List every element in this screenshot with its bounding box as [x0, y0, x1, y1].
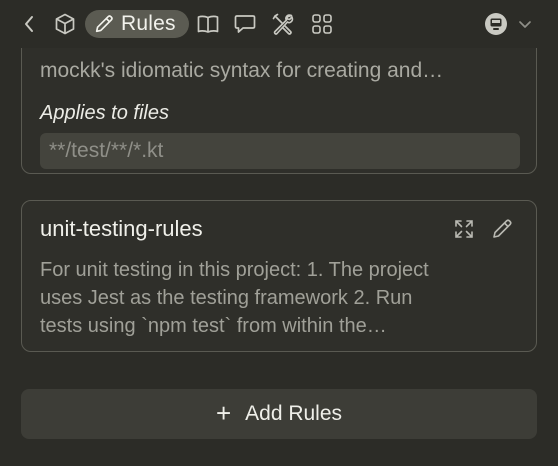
pencil-icon	[95, 15, 113, 33]
expand-button[interactable]	[452, 217, 476, 241]
chat-bubble-icon	[234, 15, 256, 33]
tab-rules-label: Rules	[121, 12, 176, 35]
pencil-icon	[493, 219, 512, 238]
back-button[interactable]	[18, 9, 40, 39]
tab-docs[interactable]	[195, 9, 221, 39]
applies-to-files-label: Applies to files	[40, 102, 169, 124]
tab-context[interactable]	[52, 9, 78, 39]
tab-apps[interactable]	[310, 9, 334, 39]
book-icon	[197, 15, 219, 33]
model-selector[interactable]	[483, 10, 532, 38]
rule-description-line: uses Jest as the testing framework 2. Ru…	[40, 287, 413, 309]
tab-rules[interactable]: Rules	[85, 10, 189, 38]
chevron-down-icon	[519, 21, 531, 28]
tab-chat[interactable]	[232, 9, 258, 39]
rule-card[interactable]: mockk's idiomatic syntax for creating an…	[21, 48, 537, 174]
chevron-left-icon	[25, 16, 33, 32]
top-toolbar: Rules	[0, 0, 558, 48]
rule-description: For unit testing in this project: 1. The…	[40, 256, 526, 340]
add-rules-label: Add Rules	[245, 402, 343, 425]
rule-description-line: tests using `npm test` from within the…	[40, 315, 387, 337]
edit-rule-button[interactable]	[490, 217, 514, 241]
rules-list: mockk's idiomatic syntax for creating an…	[0, 48, 558, 466]
rule-card-unit-testing[interactable]: unit-testing-rules For unit testing in t…	[21, 200, 537, 352]
expand-icon	[455, 220, 473, 238]
rule-name: unit-testing-rules	[40, 216, 203, 241]
plus-icon: +	[215, 397, 232, 428]
tab-tools[interactable]	[270, 9, 296, 39]
model-icon	[485, 13, 507, 35]
cube-icon	[55, 13, 75, 35]
rule-description: mockk's idiomatic syntax for creating an…	[40, 59, 444, 82]
rule-description-line: For unit testing in this project: 1. The…	[40, 259, 429, 281]
add-rules-button[interactable]: + Add Rules	[21, 389, 537, 439]
file-glob-field[interactable]: **/test/**/*.kt	[40, 133, 520, 169]
grid-icon	[312, 14, 332, 34]
tools-icon	[272, 13, 294, 35]
